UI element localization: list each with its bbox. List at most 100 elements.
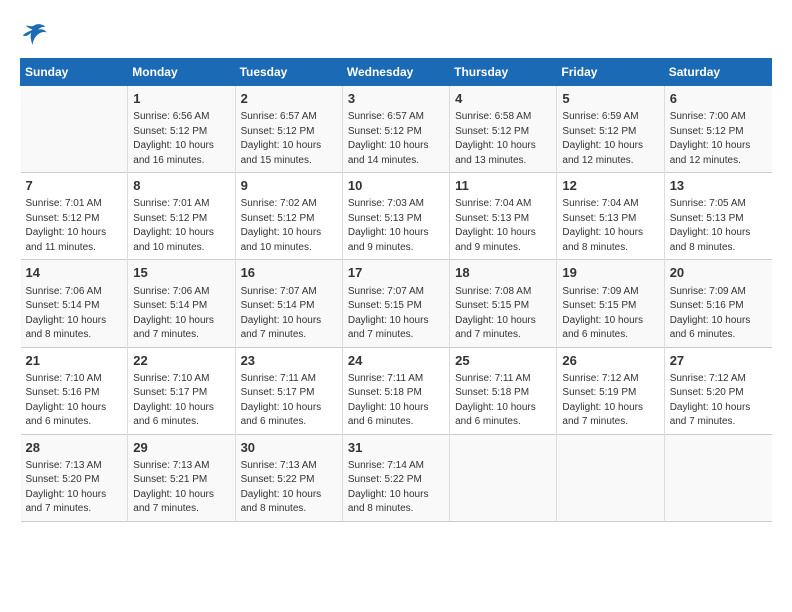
column-header-thursday: Thursday [450, 59, 557, 86]
day-info: Sunrise: 7:09 AM Sunset: 5:16 PM Dayligh… [670, 285, 767, 343]
calendar-week-row: 21 Sunrise: 7:10 AM Sunset: 5:16 PM Dayli… [21, 347, 772, 434]
day-info: Sunrise: 7:04 AM Sunset: 5:13 PM Dayligh… [455, 197, 551, 255]
day-info: Sunrise: 7:10 AM Sunset: 5:16 PM Dayligh… [26, 372, 123, 430]
day-number: 27 [670, 352, 767, 370]
day-number: 14 [26, 264, 123, 282]
day-number: 31 [348, 439, 444, 457]
calendar-cell: 20 Sunrise: 7:09 AM Sunset: 5:16 PM Dayli… [664, 260, 771, 347]
day-number: 3 [348, 90, 444, 108]
day-number: 2 [241, 90, 337, 108]
calendar-cell: 16 Sunrise: 7:07 AM Sunset: 5:14 PM Dayli… [235, 260, 342, 347]
day-number: 24 [348, 352, 444, 370]
calendar-cell [664, 434, 771, 521]
day-info: Sunrise: 6:57 AM Sunset: 5:12 PM Dayligh… [348, 110, 444, 168]
day-info: Sunrise: 7:10 AM Sunset: 5:17 PM Dayligh… [133, 372, 229, 430]
calendar-cell: 21 Sunrise: 7:10 AM Sunset: 5:16 PM Dayli… [21, 347, 128, 434]
calendar-cell: 24 Sunrise: 7:11 AM Sunset: 5:18 PM Dayli… [342, 347, 449, 434]
day-number: 4 [455, 90, 551, 108]
logo-icon [20, 20, 48, 48]
day-info: Sunrise: 6:59 AM Sunset: 5:12 PM Dayligh… [562, 110, 658, 168]
calendar-cell: 10 Sunrise: 7:03 AM Sunset: 5:13 PM Dayli… [342, 173, 449, 260]
calendar-cell: 12 Sunrise: 7:04 AM Sunset: 5:13 PM Dayli… [557, 173, 664, 260]
day-info: Sunrise: 7:07 AM Sunset: 5:14 PM Dayligh… [241, 285, 337, 343]
column-header-friday: Friday [557, 59, 664, 86]
day-info: Sunrise: 7:11 AM Sunset: 5:17 PM Dayligh… [241, 372, 337, 430]
day-number: 25 [455, 352, 551, 370]
calendar-cell: 30 Sunrise: 7:13 AM Sunset: 5:22 PM Dayli… [235, 434, 342, 521]
day-info: Sunrise: 7:05 AM Sunset: 5:13 PM Dayligh… [670, 197, 767, 255]
day-number: 30 [241, 439, 337, 457]
calendar-cell: 13 Sunrise: 7:05 AM Sunset: 5:13 PM Dayli… [664, 173, 771, 260]
day-number: 10 [348, 177, 444, 195]
day-number: 7 [26, 177, 123, 195]
day-info: Sunrise: 7:11 AM Sunset: 5:18 PM Dayligh… [348, 372, 444, 430]
day-number: 23 [241, 352, 337, 370]
calendar-cell: 7Sunrise: 7:01 AM Sunset: 5:12 PM Daylig… [21, 173, 128, 260]
day-info: Sunrise: 6:56 AM Sunset: 5:12 PM Dayligh… [133, 110, 229, 168]
calendar-cell: 8 Sunrise: 7:01 AM Sunset: 5:12 PM Daylig… [128, 173, 235, 260]
calendar-cell: 25 Sunrise: 7:11 AM Sunset: 5:18 PM Dayli… [450, 347, 557, 434]
calendar-cell: 1 Sunrise: 6:56 AM Sunset: 5:12 PM Daylig… [128, 86, 235, 173]
day-number: 22 [133, 352, 229, 370]
calendar-week-row: 1 Sunrise: 6:56 AM Sunset: 5:12 PM Daylig… [21, 86, 772, 173]
day-info: Sunrise: 7:13 AM Sunset: 5:21 PM Dayligh… [133, 459, 229, 517]
day-number: 21 [26, 352, 123, 370]
calendar-cell: 11 Sunrise: 7:04 AM Sunset: 5:13 PM Dayli… [450, 173, 557, 260]
day-info: Sunrise: 7:14 AM Sunset: 5:22 PM Dayligh… [348, 459, 444, 517]
day-number: 12 [562, 177, 658, 195]
day-info: Sunrise: 7:13 AM Sunset: 5:22 PM Dayligh… [241, 459, 337, 517]
day-number: 9 [241, 177, 337, 195]
page-header [20, 20, 772, 48]
calendar-cell: 5Sunrise: 6:59 AM Sunset: 5:12 PM Daylig… [557, 86, 664, 173]
calendar-cell: 4 Sunrise: 6:58 AM Sunset: 5:12 PM Daylig… [450, 86, 557, 173]
calendar-cell: 18 Sunrise: 7:08 AM Sunset: 5:15 PM Dayli… [450, 260, 557, 347]
day-info: Sunrise: 7:09 AM Sunset: 5:15 PM Dayligh… [562, 285, 658, 343]
day-number: 18 [455, 264, 551, 282]
day-number: 19 [562, 264, 658, 282]
day-info: Sunrise: 7:06 AM Sunset: 5:14 PM Dayligh… [133, 285, 229, 343]
calendar-cell [557, 434, 664, 521]
day-info: Sunrise: 7:11 AM Sunset: 5:18 PM Dayligh… [455, 372, 551, 430]
calendar-cell: 22 Sunrise: 7:10 AM Sunset: 5:17 PM Dayli… [128, 347, 235, 434]
day-info: Sunrise: 7:03 AM Sunset: 5:13 PM Dayligh… [348, 197, 444, 255]
column-header-monday: Monday [128, 59, 235, 86]
calendar-cell: 9Sunrise: 7:02 AM Sunset: 5:12 PM Daylig… [235, 173, 342, 260]
column-header-saturday: Saturday [664, 59, 771, 86]
column-header-tuesday: Tuesday [235, 59, 342, 86]
day-info: Sunrise: 6:57 AM Sunset: 5:12 PM Dayligh… [241, 110, 337, 168]
logo [20, 20, 52, 48]
day-info: Sunrise: 7:00 AM Sunset: 5:12 PM Dayligh… [670, 110, 767, 168]
calendar-cell: 3 Sunrise: 6:57 AM Sunset: 5:12 PM Daylig… [342, 86, 449, 173]
calendar-cell: 23 Sunrise: 7:11 AM Sunset: 5:17 PM Dayli… [235, 347, 342, 434]
day-number: 11 [455, 177, 551, 195]
calendar-cell: 14 Sunrise: 7:06 AM Sunset: 5:14 PM Dayli… [21, 260, 128, 347]
calendar-cell: 6Sunrise: 7:00 AM Sunset: 5:12 PM Daylig… [664, 86, 771, 173]
column-header-sunday: Sunday [21, 59, 128, 86]
day-info: Sunrise: 6:58 AM Sunset: 5:12 PM Dayligh… [455, 110, 551, 168]
calendar-cell: 29 Sunrise: 7:13 AM Sunset: 5:21 PM Dayli… [128, 434, 235, 521]
calendar-cell [450, 434, 557, 521]
column-header-wednesday: Wednesday [342, 59, 449, 86]
calendar-cell: 27 Sunrise: 7:12 AM Sunset: 5:20 PM Dayli… [664, 347, 771, 434]
calendar-cell: 31 Sunrise: 7:14 AM Sunset: 5:22 PM Dayli… [342, 434, 449, 521]
calendar-week-row: 14 Sunrise: 7:06 AM Sunset: 5:14 PM Dayli… [21, 260, 772, 347]
calendar-cell: 15Sunrise: 7:06 AM Sunset: 5:14 PM Dayli… [128, 260, 235, 347]
day-number: 20 [670, 264, 767, 282]
calendar-cell [21, 86, 128, 173]
day-number: 13 [670, 177, 767, 195]
day-number: 16 [241, 264, 337, 282]
day-info: Sunrise: 7:01 AM Sunset: 5:12 PM Dayligh… [133, 197, 229, 255]
day-info: Sunrise: 7:08 AM Sunset: 5:15 PM Dayligh… [455, 285, 551, 343]
day-number: 1 [133, 90, 229, 108]
day-info: Sunrise: 7:12 AM Sunset: 5:20 PM Dayligh… [670, 372, 767, 430]
day-number: 8 [133, 177, 229, 195]
calendar-header-row: SundayMondayTuesdayWednesdayThursdayFrid… [21, 59, 772, 86]
day-info: Sunrise: 7:06 AM Sunset: 5:14 PM Dayligh… [26, 285, 123, 343]
calendar-cell: 28Sunrise: 7:13 AM Sunset: 5:20 PM Dayli… [21, 434, 128, 521]
calendar-cell: 26Sunrise: 7:12 AM Sunset: 5:19 PM Dayli… [557, 347, 664, 434]
day-info: Sunrise: 7:04 AM Sunset: 5:13 PM Dayligh… [562, 197, 658, 255]
day-info: Sunrise: 7:07 AM Sunset: 5:15 PM Dayligh… [348, 285, 444, 343]
calendar-cell: 2 Sunrise: 6:57 AM Sunset: 5:12 PM Daylig… [235, 86, 342, 173]
day-info: Sunrise: 7:12 AM Sunset: 5:19 PM Dayligh… [562, 372, 658, 430]
day-number: 29 [133, 439, 229, 457]
